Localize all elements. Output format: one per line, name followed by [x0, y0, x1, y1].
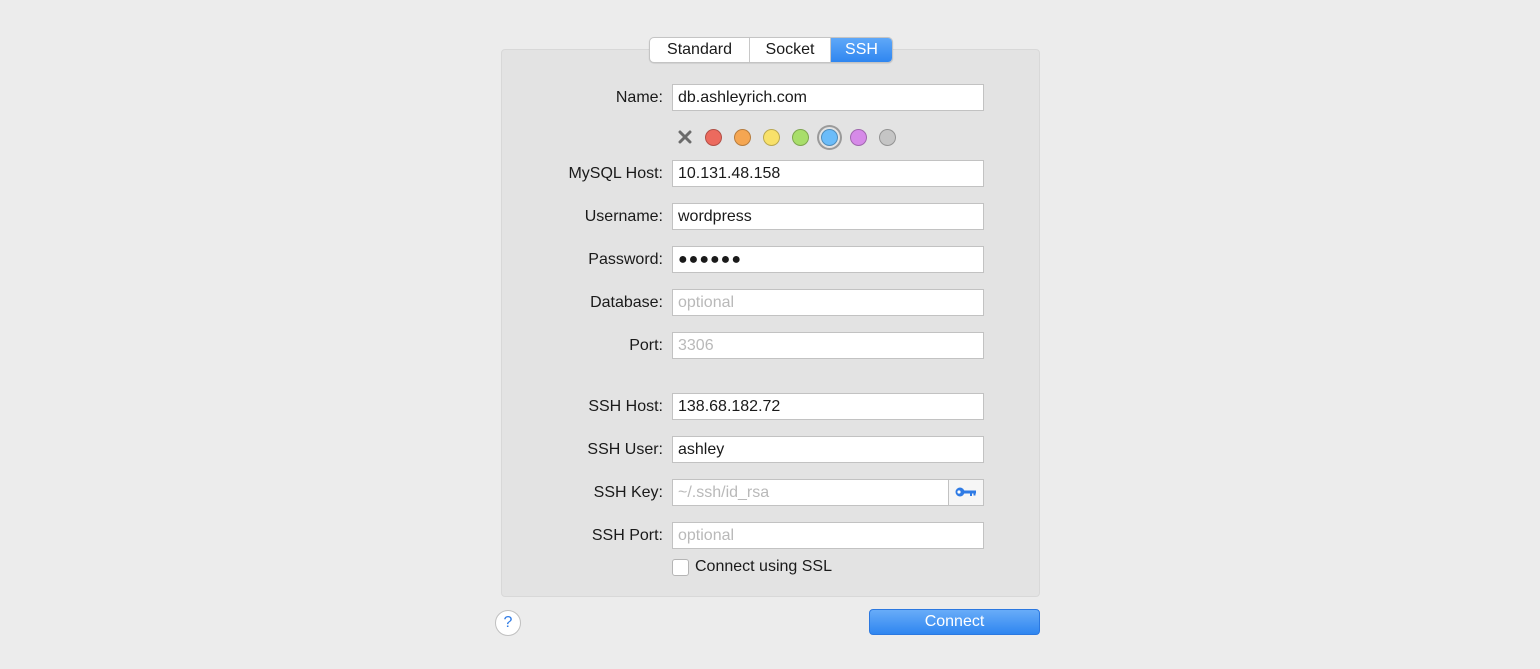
color-dot-purple[interactable] — [850, 128, 867, 146]
database-label: Database: — [590, 294, 663, 311]
ssh-user-field[interactable] — [672, 436, 984, 463]
ssh-key-field[interactable] — [672, 479, 949, 506]
ssl-checkbox[interactable] — [672, 558, 689, 576]
password-row: Password: — [0, 246, 1540, 273]
database-field[interactable] — [672, 289, 984, 316]
database-row: Database: — [0, 289, 1540, 316]
ssh-port-field[interactable] — [672, 522, 984, 549]
help-button[interactable]: ? — [495, 610, 521, 636]
color-dot-red[interactable] — [705, 128, 722, 146]
tab-ssh[interactable]: SSH — [831, 38, 892, 62]
connection-type-tabs: Standard Socket SSH — [649, 37, 893, 63]
ssh-port-label: SSH Port: — [591, 527, 663, 544]
ssh-user-label: SSH User: — [587, 441, 663, 458]
color-dot-green[interactable] — [792, 128, 809, 146]
password-label: Password: — [588, 251, 663, 268]
name-field[interactable] — [672, 84, 984, 111]
ssh-key-browse-button[interactable] — [948, 479, 984, 506]
key-icon — [955, 484, 977, 502]
ssh-host-label: SSH Host: — [588, 398, 663, 415]
username-field[interactable] — [672, 203, 984, 230]
mysql-host-field[interactable] — [672, 160, 984, 187]
color-dot-gray[interactable] — [879, 128, 896, 146]
username-row: Username: — [0, 203, 1540, 230]
color-dot-blue[interactable] — [821, 128, 838, 146]
ssh-host-row: SSH Host: — [0, 393, 1540, 420]
tab-socket[interactable]: Socket — [750, 38, 831, 62]
x-icon[interactable] — [676, 128, 694, 146]
port-row: Port: — [0, 332, 1540, 359]
password-field[interactable] — [672, 246, 984, 273]
name-row: Name: — [0, 84, 1540, 111]
ssh-host-field[interactable] — [672, 393, 984, 420]
tab-standard[interactable]: Standard — [650, 38, 750, 62]
ssh-user-row: SSH User: — [0, 436, 1540, 463]
port-label: Port: — [629, 337, 663, 354]
ssl-option: Connect using SSL — [672, 558, 832, 576]
ssl-label: Connect using SSL — [695, 558, 832, 575]
color-label-picker — [676, 127, 908, 147]
mysql-host-row: MySQL Host: — [0, 160, 1540, 187]
mysql-host-label: MySQL Host: — [568, 165, 663, 182]
color-dot-yellow[interactable] — [763, 128, 780, 146]
ssh-port-row: SSH Port: — [0, 522, 1540, 549]
name-label: Name: — [615, 89, 663, 106]
ssh-key-label: SSH Key: — [593, 484, 663, 501]
port-field[interactable] — [672, 332, 984, 359]
connect-button[interactable]: Connect — [869, 609, 1040, 635]
color-dot-orange[interactable] — [734, 128, 751, 146]
ssh-key-row: SSH Key: — [0, 479, 1540, 506]
username-label: Username: — [584, 208, 663, 225]
